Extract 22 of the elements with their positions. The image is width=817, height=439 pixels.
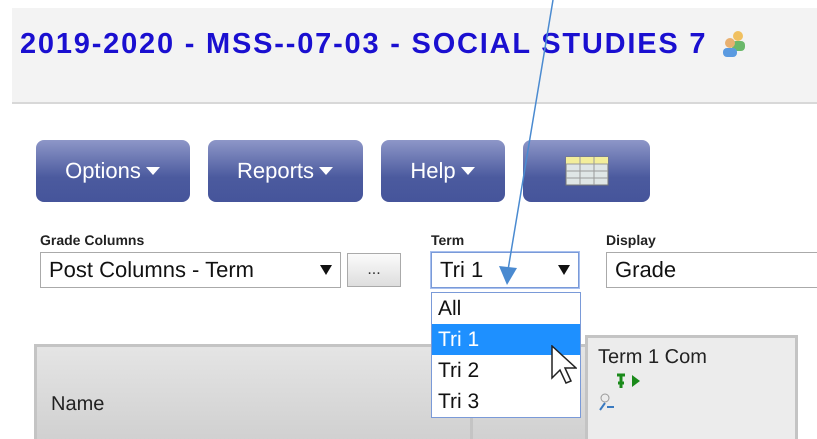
caret-icon (460, 166, 476, 176)
grade-columns-select[interactable]: Post Columns - Term (40, 252, 341, 288)
cursor-icon (551, 345, 577, 385)
caret-icon (144, 166, 161, 176)
pin-icon (614, 373, 642, 389)
field-label: Term (431, 232, 466, 248)
column-title: Name (51, 393, 104, 416)
caret-icon (318, 166, 334, 176)
menu-button[interactable]: Options (36, 140, 190, 202)
term-select[interactable]: Tri 1 (431, 252, 579, 288)
field-label: Display (606, 232, 657, 248)
menu-button[interactable]: Help (381, 140, 505, 202)
display-select[interactable]: Grade (606, 252, 817, 288)
caret-icon (320, 265, 332, 275)
grid-view-button[interactable] (523, 140, 650, 202)
caret-icon (558, 265, 570, 275)
field-label: Grade Columns (40, 232, 146, 248)
grid-icon (564, 156, 608, 186)
more-button[interactable]: ... (347, 253, 401, 287)
column-title: Term 1 Com (598, 346, 707, 369)
menu-button[interactable]: Reports (208, 140, 363, 202)
group-icon (721, 30, 748, 58)
